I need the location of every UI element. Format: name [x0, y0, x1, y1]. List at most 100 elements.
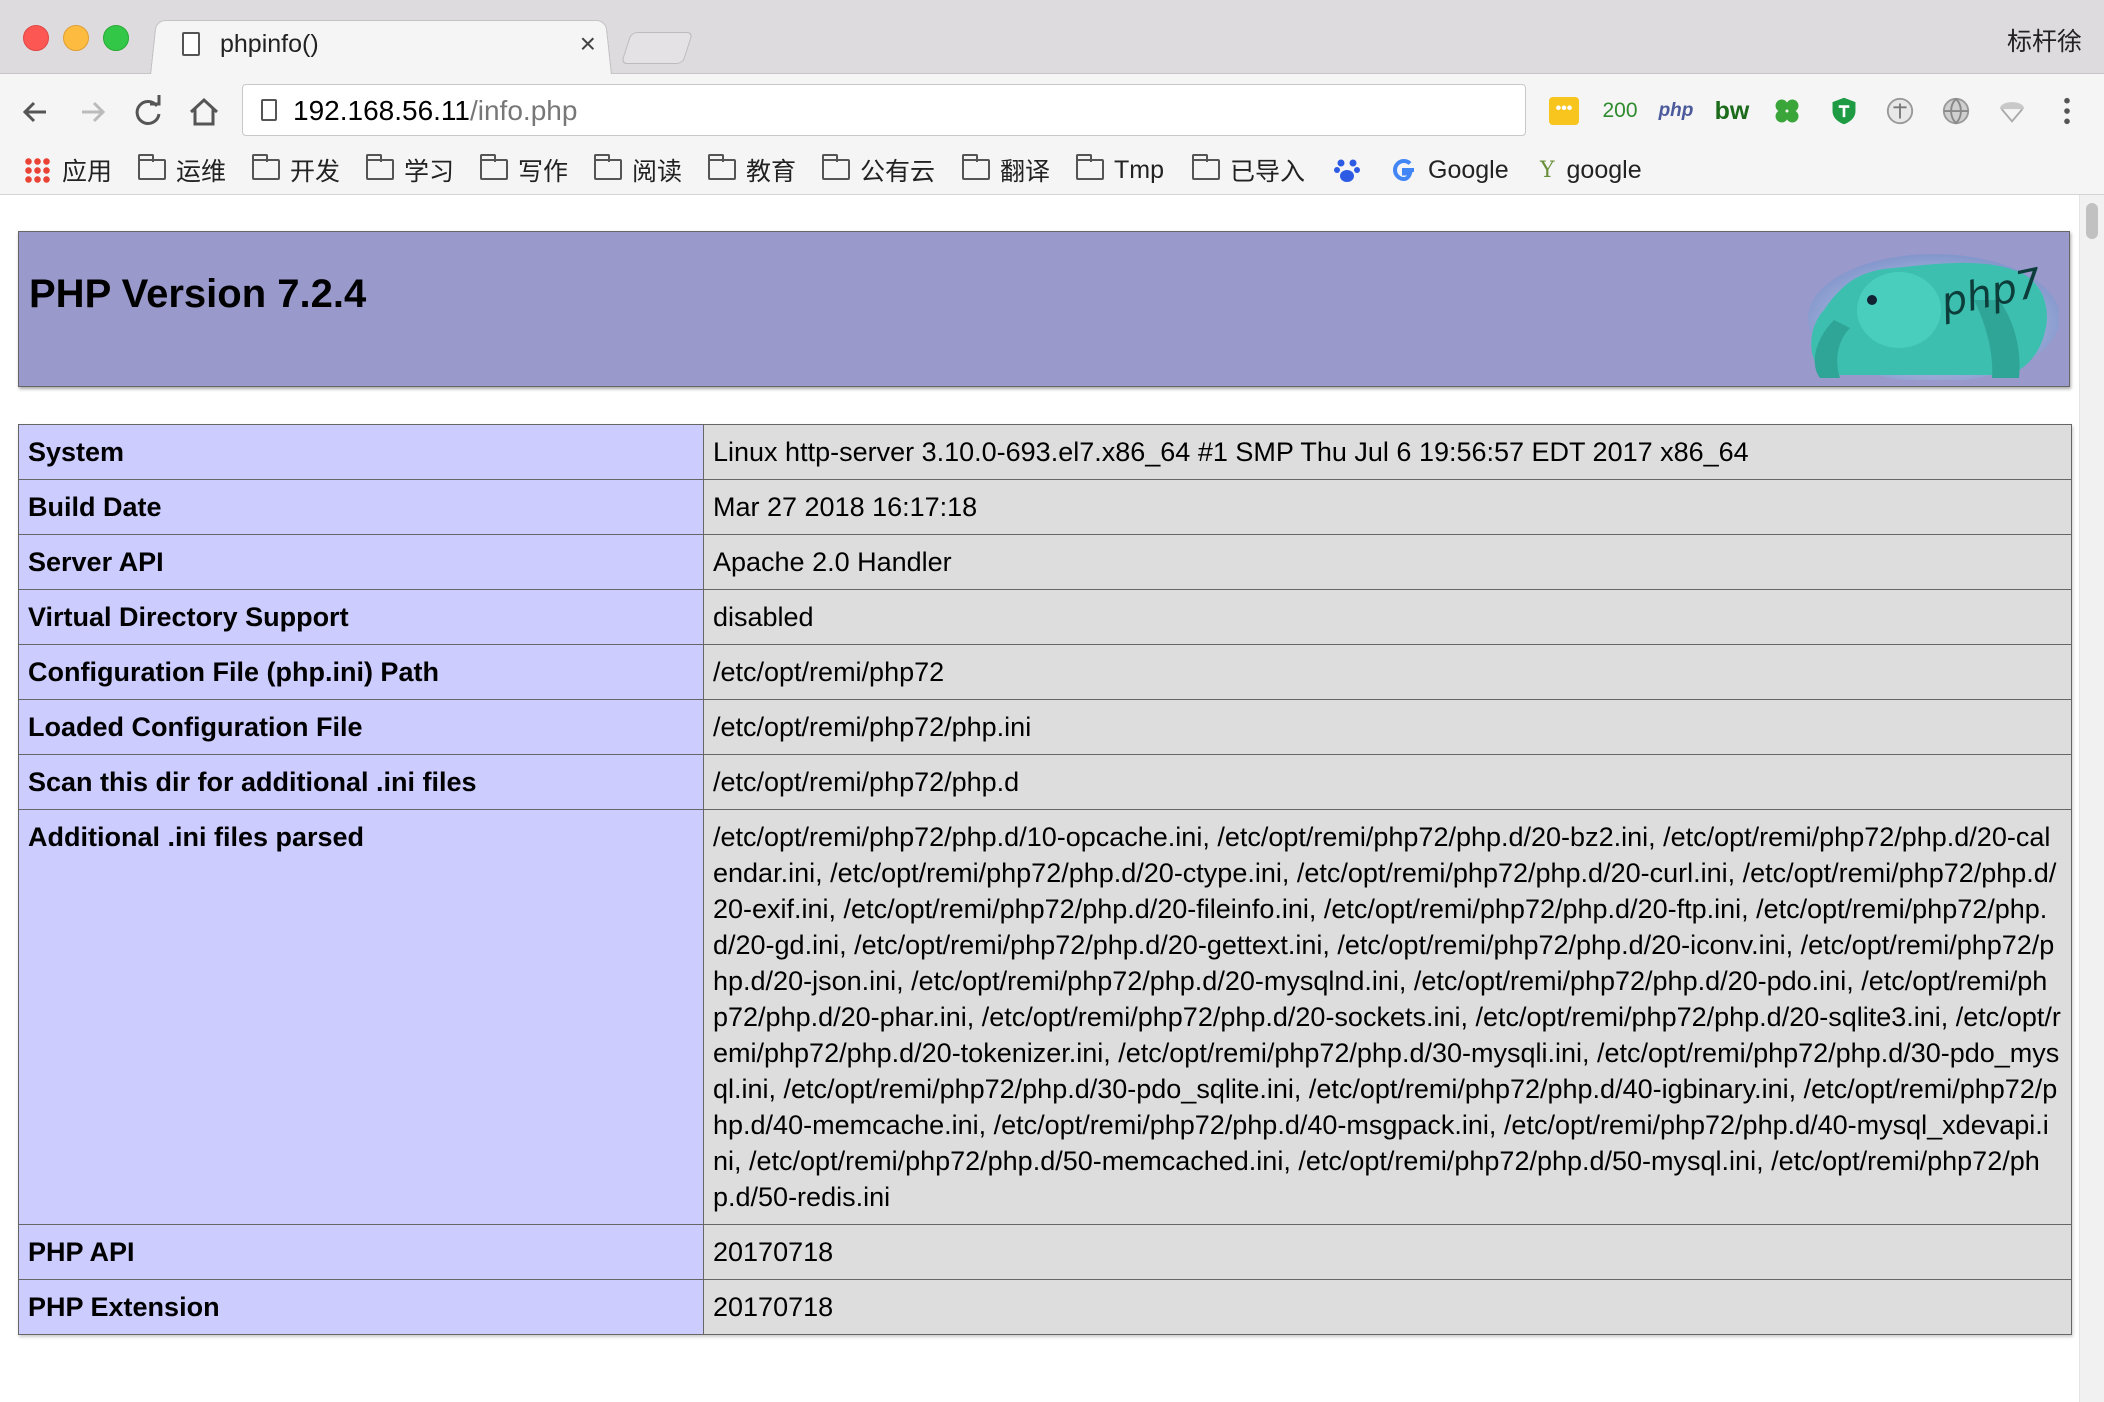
new-tab-button[interactable]	[620, 32, 694, 64]
url-text[interactable]: 192.168.56.11/info.php	[293, 95, 577, 127]
config-key-cell: System	[18, 424, 704, 480]
config-key-cell: Virtual Directory Support	[18, 589, 704, 645]
memo-extension-icon[interactable]: •••	[1548, 96, 1580, 126]
bookmark-folder-reading[interactable]: 阅读	[594, 152, 682, 188]
folder-icon	[252, 153, 280, 180]
back-arrow-icon[interactable]	[16, 92, 56, 132]
apps-grid-icon	[24, 157, 50, 183]
folder-icon	[962, 153, 990, 180]
bookmark-folder-writing[interactable]: 写作	[480, 152, 568, 188]
home-icon[interactable]	[184, 92, 224, 132]
table-row: Configuration File (php.ini) Path/etc/op…	[18, 644, 2072, 700]
bookmark-label: 开发	[290, 158, 341, 186]
folder-icon	[708, 153, 736, 180]
table-row: PHP API 20170718	[18, 1224, 2072, 1280]
zoom-window-button[interactable]	[103, 25, 129, 51]
tab-bar: phpinfo() × 标杆徐	[0, 0, 2104, 76]
table-row: Virtual Directory Support disabled	[18, 589, 2072, 645]
bookmark-baidu[interactable]	[1332, 152, 1362, 188]
bookmarks-bar: 应用 运维 开发 学习 写作 阅读 教育 公有云 翻译 Tmp 已导入 Goog…	[0, 148, 2104, 195]
php-extension[interactable]: php	[1656, 96, 1696, 126]
config-key-cell: Scan this dir for additional .ini files	[18, 754, 704, 810]
table-row: Scan this dir for additional .ini files /…	[18, 754, 2072, 810]
bookmark-label: 写作	[518, 158, 569, 186]
reload-icon[interactable]	[128, 92, 168, 132]
address-bar[interactable]: 192.168.56.11/info.php	[242, 84, 1526, 136]
config-value-cell: /etc/opt/remi/php72/php.ini	[703, 699, 2072, 755]
bookmark-label: 学习	[404, 158, 455, 186]
config-value-cell: /etc/opt/remi/php72/php.d	[703, 754, 2072, 810]
vertical-scrollbar[interactable]	[2079, 195, 2104, 1402]
y-favicon-icon: Y	[1540, 157, 1555, 183]
folder-icon	[1076, 153, 1104, 180]
bookmark-folder-ops[interactable]: 运维	[138, 152, 226, 188]
tab-title: phpinfo()	[220, 30, 319, 58]
bookmark-label: 运维	[176, 158, 227, 186]
bookmark-folder-translate[interactable]: 翻译	[962, 152, 1050, 188]
config-value-cell: /etc/opt/remi/php72	[703, 644, 2072, 700]
table-row: Loaded Configuration File/etc/opt/remi/p…	[18, 699, 2072, 755]
config-value-cell: Mar 27 2018 16:17:18	[703, 479, 2072, 535]
bookmark-folder-tmp[interactable]: Tmp	[1076, 152, 1164, 188]
config-value-cell: Linux http-server 3.10.0-693.el7.x86_64 …	[703, 424, 2072, 480]
parachute-extension-icon[interactable]	[1996, 96, 2028, 126]
bookmark-folder-cloud[interactable]: 公有云	[822, 152, 935, 188]
folder-icon	[822, 153, 850, 180]
folder-icon	[366, 153, 394, 180]
config-key-cell: Loaded Configuration File	[18, 699, 704, 755]
config-value-cell: disabled	[703, 589, 2072, 645]
page-viewport: PHP Version 7.2.4 php7 System Linux http-…	[0, 195, 2080, 1402]
browser-toolbar: 192.168.56.11/info.php ••• 200 php bw	[0, 74, 2104, 148]
table-row: Server API Apache 2.0 Handler	[18, 534, 2072, 590]
config-key-cell: Server API	[18, 534, 704, 590]
menu-kebab-icon[interactable]	[2052, 96, 2082, 126]
globe-extension-icon[interactable]	[1940, 96, 1972, 126]
bookmark-label: 教育	[746, 158, 797, 186]
minimize-window-button[interactable]	[63, 25, 89, 51]
tab-close-icon[interactable]: ×	[580, 28, 596, 60]
folder-icon	[138, 153, 166, 180]
config-key-cell: Configuration File (php.ini) Path	[18, 644, 704, 700]
bookmark-label: 公有云	[860, 158, 936, 186]
bookmark-google[interactable]: Google	[1390, 152, 1509, 188]
page-info-icon[interactable]	[261, 99, 277, 121]
php-elephant-logo[interactable]: php7	[1794, 240, 2059, 380]
bookmark-label: 翻译	[1000, 158, 1051, 186]
config-value-cell: /etc/opt/remi/php72/php.d/10-opcache.ini…	[703, 809, 2072, 1225]
profile-name[interactable]: 标杆徐	[2007, 22, 2082, 58]
page-icon	[182, 32, 200, 56]
close-window-button[interactable]	[23, 25, 49, 51]
bookmark-google-lower[interactable]: Y google	[1540, 152, 1642, 188]
bookmark-apps[interactable]: 应用	[24, 152, 112, 188]
bookmark-folder-dev[interactable]: 开发	[252, 152, 340, 188]
table-row: PHP Extension 20170718	[18, 1279, 2072, 1335]
status-extension[interactable]: 200	[1598, 96, 1642, 126]
url-path: /info.php	[469, 95, 578, 126]
bookmark-folder-imported[interactable]: 已导入	[1192, 152, 1305, 188]
shield-extension-icon[interactable]	[1828, 96, 1860, 126]
scrollbar-thumb[interactable]	[2086, 203, 2098, 239]
php-info-table: System Linux http-server 3.10.0-693.el7.x…	[18, 424, 2072, 1335]
config-key-cell: PHP Extension	[18, 1279, 704, 1335]
bookmark-label: 阅读	[632, 158, 683, 186]
url-host: 192.168.56.11	[293, 95, 470, 126]
bookmark-folder-study[interactable]: 学习	[366, 152, 454, 188]
config-key-cell: Additional .ini files parsed	[18, 809, 704, 1225]
config-value-cell: Apache 2.0 Handler	[703, 534, 2072, 590]
translate-extension-icon[interactable]	[1884, 96, 1916, 126]
bookmark-label: Google	[1428, 155, 1509, 184]
page-title: PHP Version 7.2.4	[29, 272, 367, 316]
folder-icon	[594, 153, 622, 180]
bookmark-label: 已导入	[1230, 158, 1306, 186]
config-key-cell: PHP API	[18, 1224, 704, 1280]
bw-extension[interactable]: bw	[1712, 96, 1752, 126]
config-value-cell: 20170718	[703, 1224, 2072, 1280]
forward-arrow-icon[interactable]	[72, 92, 112, 132]
google-g-icon	[1392, 158, 1414, 182]
clover-extension-icon[interactable]	[1770, 96, 1804, 126]
bookmark-folder-education[interactable]: 教育	[708, 152, 796, 188]
bookmark-label: google	[1566, 155, 1642, 184]
config-key-cell: Build Date	[18, 479, 704, 535]
folder-icon	[1192, 153, 1220, 180]
config-value-cell: 20170718	[703, 1279, 2072, 1335]
